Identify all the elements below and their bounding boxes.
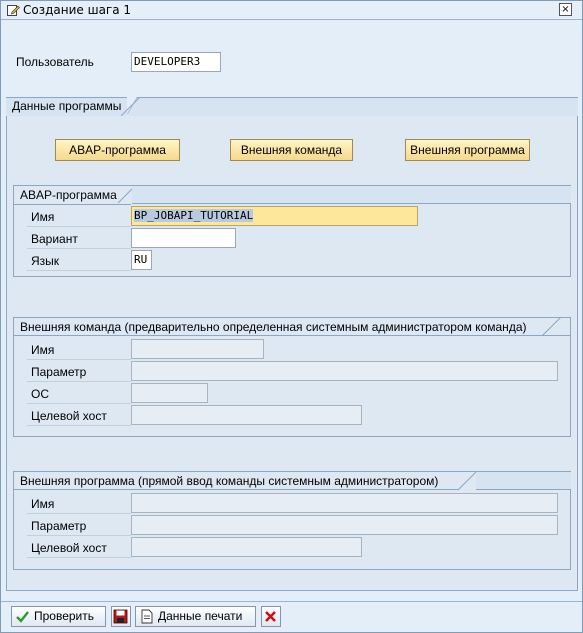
edit-icon: [7, 4, 20, 16]
check-button-label: Проверить: [34, 609, 95, 623]
ext-prog-name-label: Имя: [27, 494, 131, 514]
window-title: Создание шага 1: [23, 3, 132, 17]
cancel-button[interactable]: [261, 606, 281, 627]
abap-variant-field[interactable]: [131, 228, 236, 248]
title-bar: Создание шага 1 ×: [1, 1, 582, 20]
ext-cmd-head: Внешняя команда (предварительно определе…: [14, 318, 571, 336]
abap-program-button[interactable]: ABAP-программа: [55, 139, 180, 161]
abap-language-field[interactable]: RU: [131, 250, 152, 270]
ext-prog-head: Внешняя программа (прямой ввод команды с…: [14, 472, 459, 490]
abap-variant-label: Вариант: [27, 229, 131, 249]
ext-cmd-title: Внешняя команда (предварительно определе…: [20, 320, 527, 334]
program-data-title: Данные программы: [6, 97, 138, 115]
ext-cmd-name-label: Имя: [27, 340, 131, 360]
ext-prog-host-label: Целевой хост: [27, 538, 131, 558]
ext-cmd-param-label: Параметр: [27, 362, 131, 382]
ext-prog-param-label: Параметр: [27, 516, 131, 536]
ext-cmd-os-field: [131, 383, 208, 403]
floppy-disk-icon: [113, 609, 128, 624]
cancel-x-icon: [263, 609, 278, 624]
ext-cmd-param-field: [131, 361, 558, 381]
abap-name-field[interactable]: BP_JOBAPI_TUTORIAL: [131, 206, 418, 226]
save-button[interactable]: [111, 606, 131, 627]
ext-prog-slant: [458, 471, 478, 491]
ext-cmd-slant: [542, 317, 562, 337]
document-icon: [139, 609, 154, 624]
print-data-label: Данные печати: [158, 609, 243, 623]
ext-cmd-name-field: [131, 339, 264, 359]
abap-head-fill: [132, 186, 571, 204]
ext-cmd-host-label: Целевой хост: [27, 406, 131, 426]
dialog-window: Создание шага 1 × Пользователь DEVELOPER…: [0, 0, 583, 633]
ext-prog-name-field: [131, 493, 558, 513]
ext-prog-param-field: [131, 515, 558, 535]
abap-section-head: ABAP-программа: [14, 186, 120, 204]
print-data-button[interactable]: Данные печати: [135, 606, 256, 627]
program-data-slant: [121, 97, 141, 117]
abap-head-line: [14, 204, 131, 205]
ext-prog-title: Внешняя программа (прямой ввод команды с…: [20, 474, 439, 488]
abap-section-title: ABAP-программа: [20, 188, 117, 202]
ext-prog-head-fill: [476, 472, 571, 490]
external-program-button[interactable]: Внешняя программа: [405, 139, 530, 161]
abap-name-label: Имя: [27, 207, 131, 227]
bottom-toolbar: Проверить Данные печати: [1, 601, 582, 632]
user-field[interactable]: DEVELOPER3: [131, 52, 221, 72]
checkmark-icon: [15, 609, 30, 624]
ext-prog-host-field: [131, 537, 362, 557]
abap-name-value: BP_JOBAPI_TUTORIAL: [134, 209, 254, 222]
external-command-button[interactable]: Внешняя команда: [230, 139, 353, 161]
check-button[interactable]: Проверить: [11, 606, 106, 627]
program-data-title-text: Данные программы: [12, 99, 122, 113]
close-icon[interactable]: ×: [559, 3, 572, 16]
abap-language-label: Язык: [27, 251, 131, 271]
ext-cmd-os-label: ОС: [27, 384, 131, 404]
user-label: Пользователь: [16, 55, 94, 69]
ext-cmd-host-field: [131, 405, 362, 425]
